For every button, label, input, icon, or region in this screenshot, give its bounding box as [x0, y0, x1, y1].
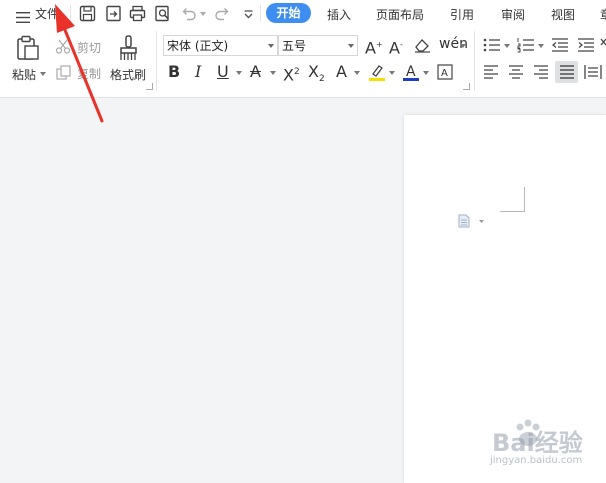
numbered-list-dropdown-caret[interactable] — [538, 44, 544, 48]
tab-chapter[interactable]: 章 — [600, 6, 606, 23]
bullet-list-icon[interactable] — [483, 37, 501, 53]
bold-icon[interactable]: B — [168, 63, 180, 81]
justify-icon — [559, 65, 575, 79]
align-center-icon[interactable] — [508, 65, 524, 79]
tab-home[interactable]: 开始 — [266, 3, 311, 23]
paw-logo-icon — [512, 419, 542, 455]
paintbrush-icon — [118, 34, 140, 62]
redo-icon[interactable] — [214, 5, 231, 22]
separator — [156, 31, 157, 91]
tab-view[interactable]: 视图 — [551, 6, 575, 23]
margin-corner-mark — [500, 187, 525, 212]
chevron-down-icon — [268, 44, 274, 48]
paste-options-icon[interactable] — [458, 213, 486, 232]
font-name-value: 宋体 (正文) — [167, 39, 229, 53]
underline-dropdown-caret[interactable] — [236, 71, 242, 75]
bullet-list-dropdown-caret[interactable] — [504, 44, 510, 48]
customize-icon[interactable] — [240, 5, 257, 22]
align-right-icon[interactable] — [533, 65, 549, 79]
distributed-align-icon[interactable] — [584, 65, 602, 79]
subscript-icon[interactable]: X2 — [308, 62, 325, 88]
font-group-launcher-icon[interactable] — [463, 83, 470, 90]
text-effect-icon[interactable]: A — [336, 63, 347, 81]
font-size-value: 五号 — [282, 39, 307, 53]
font-size-select[interactable]: 五号 — [278, 35, 358, 56]
clipboard-group-launcher-icon[interactable] — [146, 83, 153, 90]
align-left-icon[interactable] — [483, 65, 499, 79]
strikethrough-dropdown-caret[interactable] — [270, 71, 276, 75]
justify-button[interactable] — [555, 61, 578, 83]
increase-indent-icon[interactable] — [577, 37, 595, 53]
annotation-arrow — [55, 4, 104, 123]
undo-dropdown-caret[interactable] — [200, 12, 206, 16]
print-preview-icon[interactable] — [154, 5, 171, 22]
italic-icon[interactable]: I — [195, 63, 201, 81]
separator — [260, 5, 261, 22]
svg-text:A: A — [441, 68, 448, 79]
clear-format-icon[interactable] — [414, 37, 431, 53]
chinese-layout-icon[interactable] — [600, 37, 606, 53]
character-border-icon[interactable]: A — [437, 64, 453, 80]
watermark-url: jingyan.baidu.com — [490, 455, 583, 466]
undo-icon[interactable] — [180, 5, 197, 22]
print-icon[interactable] — [129, 5, 146, 22]
font-name-select[interactable]: 宋体 (正文) — [163, 35, 278, 56]
baidu-watermark: Bai经验 jingyan.baidu.com — [472, 415, 606, 470]
font-color-icon[interactable]: A — [402, 63, 420, 81]
shrink-font-icon[interactable]: A- — [389, 36, 403, 57]
underline-icon[interactable]: U — [217, 63, 229, 81]
separator — [474, 31, 475, 91]
font-color-dropdown-caret[interactable] — [423, 71, 429, 75]
superscript-icon[interactable]: X2 — [283, 63, 300, 84]
highlight-icon[interactable] — [368, 63, 386, 81]
highlight-dropdown-caret[interactable] — [389, 71, 395, 75]
tab-insert[interactable]: 插入 — [327, 6, 351, 23]
tab-references[interactable]: 引用 — [450, 6, 474, 23]
tab-review[interactable]: 审阅 — [501, 6, 525, 23]
paste-label: 粘贴 — [12, 68, 37, 82]
pinyin-dropdown-caret[interactable] — [460, 44, 466, 48]
svg-text:A: A — [406, 64, 416, 80]
clipboard-icon — [16, 35, 40, 61]
numbered-list-icon[interactable] — [517, 37, 535, 53]
hamburger-icon — [16, 8, 30, 27]
grow-font-icon[interactable]: A+ — [365, 36, 383, 57]
chevron-down-icon — [348, 44, 354, 48]
tab-page-layout[interactable]: 页面布局 — [376, 6, 424, 23]
decrease-indent-icon[interactable] — [551, 37, 569, 53]
text-effect-dropdown-caret[interactable] — [354, 71, 360, 75]
strikethrough-icon[interactable]: A — [250, 63, 261, 81]
